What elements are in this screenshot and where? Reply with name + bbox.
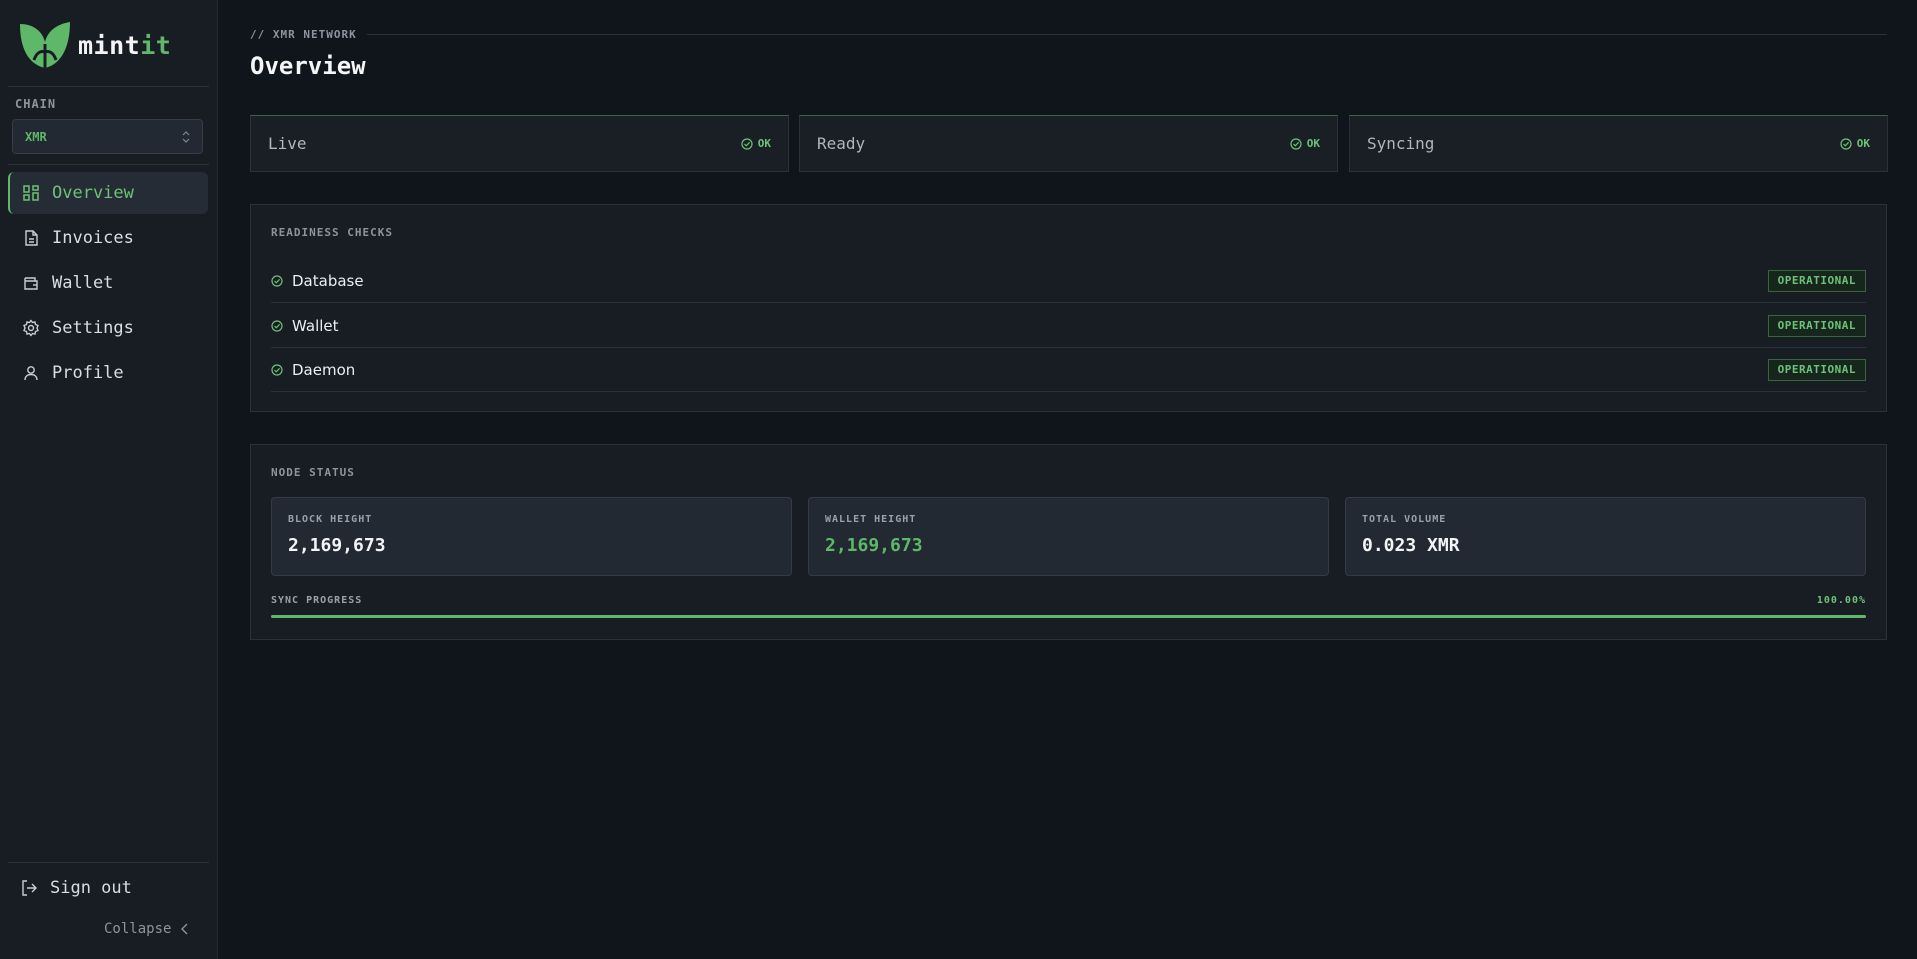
breadcrumb-text: // XMR NETWORK [250, 28, 357, 41]
gear-icon [22, 319, 40, 337]
status-badge: OPERATIONAL [1767, 358, 1866, 381]
sign-out-label: Sign out [50, 878, 132, 898]
status-card-label: Ready [817, 134, 866, 153]
divider [8, 164, 209, 165]
chevron-left-icon [181, 923, 189, 935]
sidebar-item-label: Invoices [52, 228, 134, 248]
sync-progress-bar [271, 615, 1866, 618]
logo[interactable]: mintit [18, 20, 171, 70]
breadcrumb: // XMR NETWORK [250, 28, 1887, 41]
user-icon [22, 364, 40, 382]
sidebar-item-label: Settings [52, 318, 134, 338]
wallet-icon [22, 274, 40, 292]
logout-icon [20, 879, 38, 897]
metric-label: BLOCK HEIGHT [288, 514, 373, 525]
collapse-button[interactable]: Collapse [104, 921, 189, 937]
sync-progress-label: SYNC PROGRESS [271, 595, 363, 606]
status-badge: OPERATIONAL [1767, 314, 1866, 337]
status-ok: OK [1290, 137, 1320, 150]
status-badge: OPERATIONAL [1767, 269, 1866, 292]
check-circle-icon [271, 363, 283, 376]
page-title: Overview [250, 52, 366, 80]
sidebar-item-profile[interactable]: Profile [8, 352, 208, 394]
metric-total-volume: TOTAL VOLUME 0.023 XMR [1345, 497, 1866, 576]
node-status-panel: NODE STATUS BLOCK HEIGHT 2,169,673 WALLE… [250, 444, 1887, 640]
file-icon [22, 229, 40, 247]
metric-block-height: BLOCK HEIGHT 2,169,673 [271, 497, 792, 576]
panel-title: READINESS CHECKS [271, 226, 393, 239]
metric-wallet-height: WALLET HEIGHT 2,169,673 [808, 497, 1329, 576]
sidebar-nav: Overview Invoices Wallet Settings Profil… [8, 172, 208, 397]
readiness-checks-panel: READINESS CHECKS Database OPERATIONAL Wa… [250, 204, 1887, 412]
status-ok: OK [1840, 137, 1870, 150]
metric-value: 2,169,673 [825, 535, 923, 556]
metric-value: 0.023 XMR [1362, 535, 1460, 556]
check-circle-icon [1290, 137, 1302, 150]
sync-progress-fill [271, 615, 1866, 618]
sync-progress-header: SYNC PROGRESS 100.00% [271, 595, 1866, 606]
status-card-label: Syncing [1367, 134, 1435, 153]
check-row-database: Database OPERATIONAL [271, 259, 1866, 303]
check-row-wallet: Wallet OPERATIONAL [271, 304, 1866, 348]
status-card-ready: Ready OK [799, 115, 1338, 172]
leaf-logo-icon [20, 22, 70, 69]
sidebar-item-settings[interactable]: Settings [8, 307, 208, 349]
chevron-updown-icon [182, 130, 190, 143]
sidebar-item-invoices[interactable]: Invoices [8, 217, 208, 259]
check-row-daemon: Daemon OPERATIONAL [271, 348, 1866, 392]
sidebar-item-label: Profile [52, 363, 124, 383]
check-circle-icon [1840, 137, 1852, 150]
sidebar: mintit CHAIN XMR Overview Invoices Walle… [0, 0, 218, 959]
brand-name: mintit [78, 30, 172, 60]
panel-title: NODE STATUS [271, 466, 355, 479]
sync-progress-percent: 100.00% [1816, 595, 1866, 606]
divider [8, 86, 209, 87]
metric-label: TOTAL VOLUME [1362, 514, 1447, 525]
grid-icon [22, 184, 40, 202]
metric-value: 2,169,673 [288, 535, 386, 556]
sidebar-item-label: Overview [52, 183, 134, 203]
divider [8, 862, 209, 863]
chain-label: CHAIN [15, 97, 57, 111]
check-name: Database [271, 272, 364, 290]
sidebar-item-label: Wallet [52, 273, 114, 293]
status-card-label: Live [268, 134, 307, 153]
check-circle-icon [271, 319, 283, 332]
check-name: Daemon [271, 361, 355, 379]
sidebar-item-overview[interactable]: Overview [8, 172, 208, 214]
chain-select[interactable]: XMR [12, 119, 203, 154]
status-card-live: Live OK [250, 115, 789, 172]
check-name: Wallet [271, 317, 339, 335]
sidebar-item-wallet[interactable]: Wallet [8, 262, 208, 304]
sign-out-button[interactable]: Sign out [20, 878, 132, 898]
status-card-syncing: Syncing OK [1349, 115, 1888, 172]
breadcrumb-rule [366, 34, 1887, 35]
status-ok: OK [741, 137, 771, 150]
check-circle-icon [271, 274, 283, 287]
chain-select-value: XMR [25, 129, 47, 144]
metric-label: WALLET HEIGHT [825, 514, 917, 525]
collapse-label: Collapse [104, 921, 172, 937]
check-circle-icon [741, 137, 753, 150]
